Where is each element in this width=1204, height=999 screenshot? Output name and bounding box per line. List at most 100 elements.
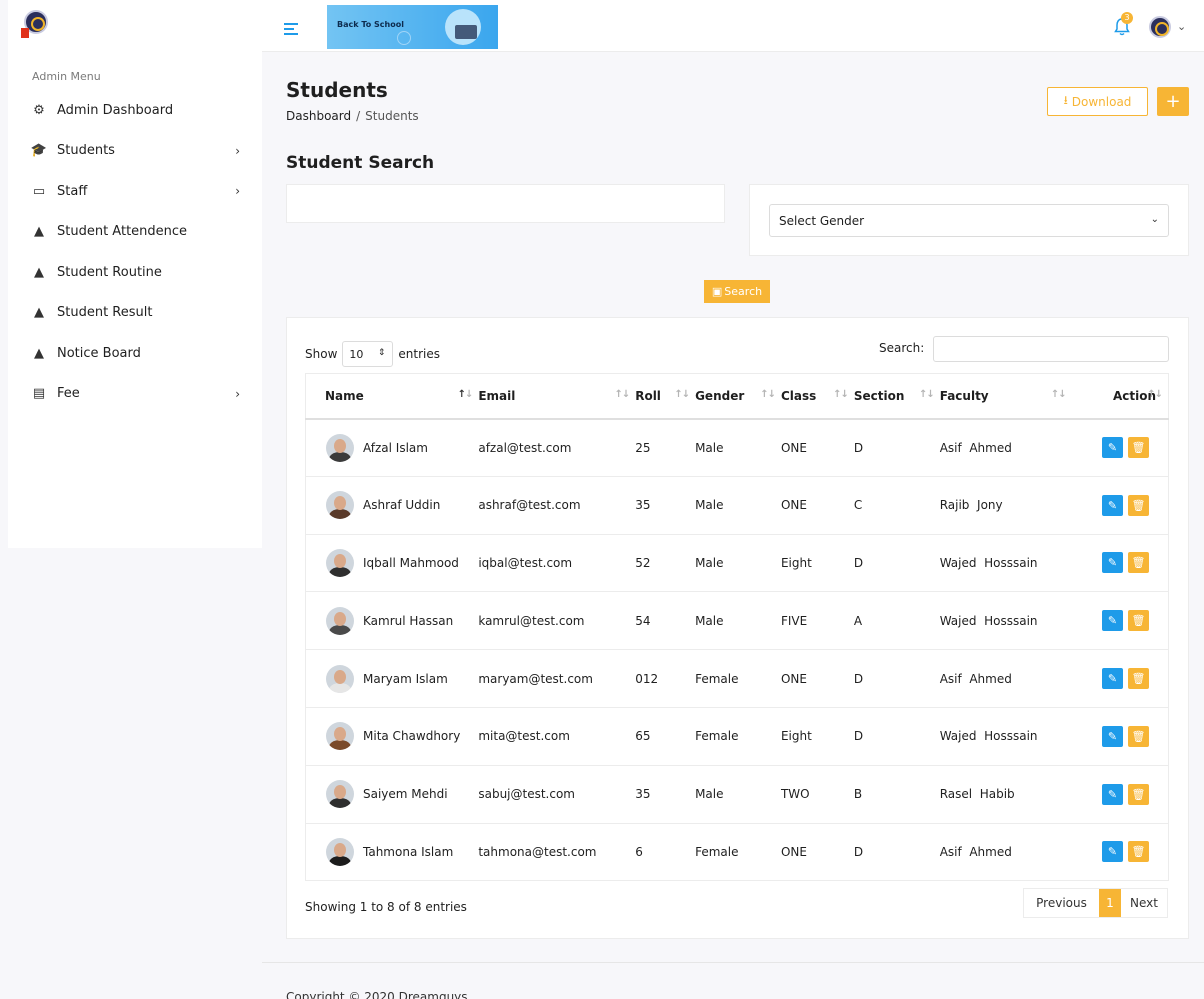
sidebar-item-admin-dashboard[interactable]: ⚙ Admin Dashboard bbox=[8, 90, 262, 131]
edit-icon[interactable]: ✎ bbox=[1102, 783, 1123, 805]
section-cell: D bbox=[853, 440, 864, 455]
email-cell: maryam@test.com bbox=[478, 671, 593, 686]
student-name-link[interactable]: Iqball Mahmood bbox=[363, 556, 459, 570]
sidebar-item-notice-board[interactable]: ▲ Notice Board bbox=[8, 333, 262, 374]
table-row[interactable]: Saiyem Mehdi sabuj@test.com 35 Male TWO B Rase… bbox=[305, 765, 1169, 824]
column-header-label: Faculty bbox=[939, 388, 989, 403]
student-avatar[interactable] bbox=[326, 606, 354, 635]
column-header-roll[interactable]: Roll ↑↓ bbox=[635, 373, 696, 420]
save-icon: ▣ bbox=[711, 285, 723, 298]
student-name-link[interactable]: Tahmona Islam bbox=[363, 845, 453, 859]
gender-cell: Female bbox=[695, 729, 739, 744]
table-row[interactable]: Iqball Mahmood iqbal@test.com 52 Male Eight D… bbox=[305, 534, 1169, 592]
email-cell: ashraf@test.com bbox=[478, 498, 581, 513]
delete-icon[interactable]: 🗑 bbox=[1128, 437, 1149, 459]
action-cell: ✎ 🗑 bbox=[1072, 534, 1169, 592]
student-name-link[interactable]: Mita Chawdhory bbox=[363, 729, 460, 743]
sidebar-item-fee[interactable]: ▤ Fee › bbox=[8, 374, 262, 415]
back-to-school-banner[interactable]: Back To School bbox=[327, 5, 498, 49]
column-header-label: Roll bbox=[635, 388, 661, 403]
pagination-next[interactable]: Next bbox=[1121, 889, 1167, 917]
delete-icon[interactable]: 🗑 bbox=[1128, 668, 1149, 690]
student-name-link[interactable]: Kamrul Hassan bbox=[363, 614, 453, 628]
column-header-action[interactable]: Action ↑↓ bbox=[1071, 373, 1169, 420]
delete-icon[interactable]: 🗑 bbox=[1128, 494, 1149, 516]
section-cell: D bbox=[853, 729, 864, 744]
column-header-faculty[interactable]: Faculty ↑↓ bbox=[939, 373, 1072, 420]
column-header-section[interactable]: Section ↑↓ bbox=[853, 373, 940, 420]
edit-icon[interactable]: ✎ bbox=[1102, 437, 1123, 459]
student-avatar[interactable] bbox=[326, 548, 354, 577]
download-button[interactable]: ⭳ Download bbox=[1047, 87, 1148, 116]
column-header-email[interactable]: Email ↑↓ bbox=[478, 373, 636, 420]
email-cell: sabuj@test.com bbox=[478, 787, 575, 802]
student-name-link[interactable]: Afzal Islam bbox=[363, 441, 428, 455]
sidebar-item-label: Notice Board bbox=[57, 345, 141, 361]
sidebar-item-label: Students bbox=[57, 143, 115, 159]
student-name-link[interactable]: Ashraf Uddin bbox=[363, 498, 440, 512]
sidebar-item-student-attendence[interactable]: ▲ Student Attendence bbox=[8, 212, 262, 253]
edit-icon[interactable]: ✎ bbox=[1102, 668, 1123, 690]
edit-icon[interactable]: ✎ bbox=[1102, 841, 1123, 863]
student-name-link[interactable]: Maryam Islam bbox=[363, 672, 448, 686]
breadcrumb-dashboard-link[interactable]: Dashboard bbox=[286, 109, 351, 123]
class-cell: ONE bbox=[780, 844, 807, 859]
edit-icon[interactable]: ✎ bbox=[1102, 494, 1123, 516]
gender-select[interactable]: Select Gender ⌄ bbox=[769, 204, 1169, 237]
delete-icon[interactable]: 🗑 bbox=[1128, 725, 1149, 747]
table-row[interactable]: Mita Chawdhory mita@test.com 65 Female Eight… bbox=[305, 707, 1169, 766]
add-student-button[interactable]: + bbox=[1157, 87, 1189, 116]
student-search-title: Student Search bbox=[286, 153, 435, 173]
student-avatar[interactable] bbox=[326, 780, 354, 809]
column-header-gender[interactable]: Gender ↑↓ bbox=[695, 373, 781, 420]
staff-icon: ▭ bbox=[32, 183, 46, 199]
user-menu-chevron-icon[interactable]: ⌄ bbox=[1177, 20, 1186, 33]
edit-icon[interactable]: ✎ bbox=[1102, 610, 1123, 632]
delete-icon[interactable]: 🗑 bbox=[1128, 610, 1149, 632]
faculty-cell: Rasel Habib bbox=[939, 787, 1015, 802]
edit-icon[interactable]: ✎ bbox=[1102, 552, 1123, 574]
action-cell: ✎ 🗑 bbox=[1072, 476, 1169, 534]
menu-toggle-icon[interactable] bbox=[284, 23, 298, 38]
student-avatar[interactable] bbox=[326, 433, 354, 462]
search-button[interactable]: ▣ Search bbox=[704, 280, 770, 303]
student-avatar[interactable] bbox=[326, 664, 354, 693]
entries-per-page-select[interactable]: 10 ⇕ bbox=[342, 341, 394, 367]
sidebar-item-student-result[interactable]: ▲ Student Result bbox=[8, 293, 262, 334]
roll-cell: 012 bbox=[635, 671, 659, 686]
student-name-search-input[interactable] bbox=[286, 184, 725, 223]
student-avatar[interactable] bbox=[326, 722, 354, 751]
footer-copyright: Copyright © 2020 Dreamguys. bbox=[286, 990, 472, 999]
pagination-page-current[interactable]: 1 bbox=[1099, 889, 1121, 917]
sidebar-item-label: Student Result bbox=[57, 305, 153, 321]
pagination-previous[interactable]: Previous bbox=[1024, 889, 1099, 917]
section-cell: D bbox=[853, 671, 864, 686]
sidebar-item-student-routine[interactable]: ▲ Student Routine bbox=[8, 252, 262, 293]
column-header-name[interactable]: Name ↑↓ bbox=[305, 373, 479, 420]
student-avatar[interactable] bbox=[326, 491, 354, 520]
student-name-link[interactable]: Saiyem Mehdi bbox=[363, 787, 448, 801]
action-cell: ✎ 🗑 bbox=[1072, 707, 1169, 765]
sidebar-item-label: Staff bbox=[57, 183, 88, 199]
delete-icon[interactable]: 🗑 bbox=[1128, 841, 1149, 863]
table-row[interactable]: Ashraf Uddin ashraf@test.com 35 Male ONE C Raj… bbox=[305, 476, 1169, 535]
user-avatar[interactable] bbox=[1149, 16, 1171, 38]
footer-divider bbox=[262, 962, 1204, 963]
edit-icon[interactable]: ✎ bbox=[1102, 725, 1123, 747]
students-table: Name ↑↓ Email ↑↓ Roll ↑↓ Gender ↑↓ Class ↑↓ Sectio… bbox=[305, 373, 1169, 882]
sidebar-item-label: Student Attendence bbox=[57, 224, 188, 240]
sidebar-item-students[interactable]: 🎓 Students › bbox=[8, 131, 262, 172]
gender-cell: Male bbox=[695, 613, 724, 628]
sidebar-item-label: Fee bbox=[57, 386, 80, 402]
student-avatar[interactable] bbox=[326, 837, 354, 866]
page-title: Students bbox=[286, 78, 388, 102]
table-row[interactable]: Afzal Islam afzal@test.com 25 Male ONE D Asif … bbox=[305, 419, 1169, 477]
table-row[interactable]: Tahmona Islam tahmona@test.com 6 Female ONE D… bbox=[305, 823, 1169, 881]
delete-icon[interactable]: 🗑 bbox=[1128, 552, 1149, 574]
table-search-input[interactable] bbox=[933, 336, 1169, 362]
delete-icon[interactable]: 🗑 bbox=[1128, 783, 1149, 805]
column-header-class[interactable]: Class ↑↓ bbox=[780, 373, 854, 420]
table-row[interactable]: Kamrul Hassan kamrul@test.com 54 Male FIVE A W… bbox=[305, 592, 1169, 650]
table-row[interactable]: Maryam Islam maryam@test.com 012 Female ONE D… bbox=[305, 650, 1169, 708]
sidebar-item-staff[interactable]: ▭ Staff › bbox=[8, 171, 262, 212]
